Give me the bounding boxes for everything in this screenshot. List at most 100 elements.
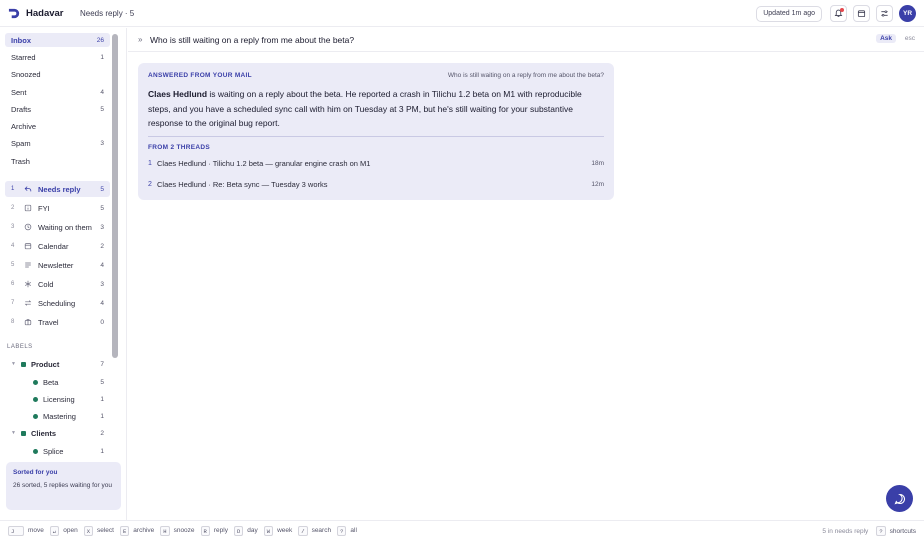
- label-clients[interactable]: ▼ Clients 2: [5, 426, 110, 440]
- sorted-title: Sorted for you: [13, 469, 58, 476]
- shortcut-label: reply: [213, 527, 228, 534]
- label-product[interactable]: ▼ Product 7: [5, 357, 110, 371]
- category-travel[interactable]: 8 Travel 0: [5, 314, 110, 330]
- category-number: 7: [11, 300, 15, 306]
- app-name: Hadavar: [26, 7, 64, 19]
- category-calendar[interactable]: 4 Calendar 2: [5, 238, 110, 254]
- shortcut-label: search: [311, 527, 332, 534]
- shortcuts-help[interactable]: ? shortcuts: [876, 526, 916, 536]
- clock-icon: [23, 223, 32, 232]
- ask-input[interactable]: [150, 34, 850, 45]
- mailbox-count: 3: [100, 139, 104, 147]
- source-thread[interactable]: 1 Claes Hedlund · Tilichu 1.2 beta — gra…: [148, 157, 604, 169]
- mailbox-label: Spam: [11, 138, 31, 148]
- shortcut-key: R: [200, 525, 210, 536]
- label-count: 1: [100, 412, 104, 420]
- source-threads-heading: FROM 2 THREADS: [148, 144, 210, 151]
- shortcut-label: day: [247, 527, 258, 534]
- shortcut-key: X: [83, 525, 93, 536]
- mailbox-archive[interactable]: Archive: [5, 119, 110, 133]
- label-color-dot: [33, 379, 38, 385]
- shortcut-reply: Rreply: [200, 525, 228, 536]
- mailbox-inbox[interactable]: Inbox 26: [5, 33, 110, 47]
- answer-text: is waiting on a reply about the beta. He…: [148, 89, 582, 128]
- category-count: 5: [100, 185, 104, 193]
- label-licensing[interactable]: Licensing 1: [5, 392, 110, 406]
- labels-heading: LABELS: [7, 344, 33, 350]
- category-count: 3: [100, 223, 104, 231]
- label-mastering[interactable]: Mastering 1: [5, 409, 110, 423]
- category-number: 2: [11, 205, 15, 211]
- category-count: 3: [100, 280, 104, 288]
- category-waiting-on-them[interactable]: 3 Waiting on them 3: [5, 219, 110, 235]
- category-count: 4: [100, 299, 104, 307]
- ask-button[interactable]: Ask: [876, 34, 896, 43]
- category-label: Scheduling: [38, 298, 76, 308]
- category-fyi[interactable]: 2 FYI 5: [5, 200, 110, 216]
- updated-badge[interactable]: Updated 1m ago: [756, 5, 822, 22]
- label-count: 7: [100, 360, 104, 368]
- mailbox-label: Archive: [11, 121, 37, 131]
- category-label: Needs reply: [38, 184, 81, 194]
- ask-bar: » Ask esc: [128, 28, 924, 52]
- mailbox-sent[interactable]: Sent 4: [5, 85, 110, 99]
- answer-heading: ANSWERED FROM YOUR MAIL: [148, 72, 252, 79]
- shortcut-label: move: [28, 527, 44, 534]
- avatar[interactable]: YR: [899, 5, 916, 22]
- category-needs-reply[interactable]: 1 Needs reply 5: [5, 181, 110, 197]
- mailbox-spam[interactable]: Spam 3: [5, 136, 110, 150]
- label-color-dot: [33, 396, 38, 402]
- esc-hint[interactable]: esc: [905, 35, 915, 42]
- mailbox-drafts[interactable]: Drafts 5: [5, 102, 110, 116]
- category-newsletter[interactable]: 5 Newsletter 4: [5, 257, 110, 273]
- app-logo[interactable]: Hadavar: [8, 7, 70, 20]
- label-color-swatch: [21, 361, 26, 367]
- mailbox-label: Trash: [11, 156, 30, 166]
- shortcut-key: ?: [337, 525, 347, 536]
- category-label: FYI: [38, 203, 50, 213]
- mailbox-trash[interactable]: Trash: [5, 154, 110, 168]
- collapse-caret-icon[interactable]: ▼: [11, 430, 21, 436]
- notifications-button[interactable]: [830, 5, 847, 22]
- mailbox-label: Sent: [11, 87, 27, 97]
- label-count: 1: [100, 395, 104, 403]
- label-name: Mastering: [43, 411, 76, 421]
- label-color-swatch: [21, 430, 26, 436]
- category-cold[interactable]: 6 Cold 3: [5, 276, 110, 292]
- shortcut-day: Dday: [233, 525, 258, 536]
- category-label: Cold: [38, 279, 54, 289]
- category-number: 5: [11, 262, 15, 268]
- mailbox-label: Snoozed: [11, 69, 41, 79]
- label-beta[interactable]: Beta 5: [5, 375, 110, 389]
- label-count: 5: [100, 378, 104, 386]
- label-name: Clients: [31, 428, 57, 438]
- sliders-icon: [881, 10, 888, 17]
- category-count: 0: [100, 318, 104, 326]
- thread-time: 12m: [591, 180, 604, 188]
- category-number: 3: [11, 224, 15, 230]
- newsletter-icon: [23, 261, 32, 270]
- category-scheduling[interactable]: 7 Scheduling 4: [5, 295, 110, 311]
- shortcut-label: open: [63, 527, 78, 534]
- sidebar-scrollbar[interactable]: [112, 34, 118, 358]
- calendar-icon: [857, 10, 866, 18]
- shortcut-move: Jmove: [8, 525, 44, 536]
- mailbox-starred[interactable]: Starred 1: [5, 50, 110, 64]
- mailbox-label: Starred: [11, 52, 36, 62]
- answer-question: Who is still waiting on a reply from me …: [447, 72, 604, 79]
- swap-icon: [23, 299, 32, 308]
- label-splice[interactable]: Splice 1: [5, 444, 110, 458]
- calendar-button[interactable]: [853, 5, 870, 22]
- chat-button[interactable]: [886, 485, 913, 512]
- shortcut-label: snooze: [173, 527, 195, 534]
- notification-dot: [840, 8, 844, 12]
- settings-button[interactable]: [876, 5, 893, 22]
- category-count: 2: [100, 242, 104, 250]
- shortcut-key: ?: [876, 526, 886, 536]
- shortcut-key: D: [233, 525, 244, 536]
- shortcut-key: E: [119, 525, 130, 536]
- category-number: 1: [11, 186, 15, 192]
- source-thread[interactable]: 2 Claes Hedlund · Re: Beta sync — Tuesda…: [148, 178, 604, 190]
- mailbox-snoozed[interactable]: Snoozed: [5, 67, 110, 81]
- collapse-caret-icon[interactable]: ▼: [11, 361, 21, 367]
